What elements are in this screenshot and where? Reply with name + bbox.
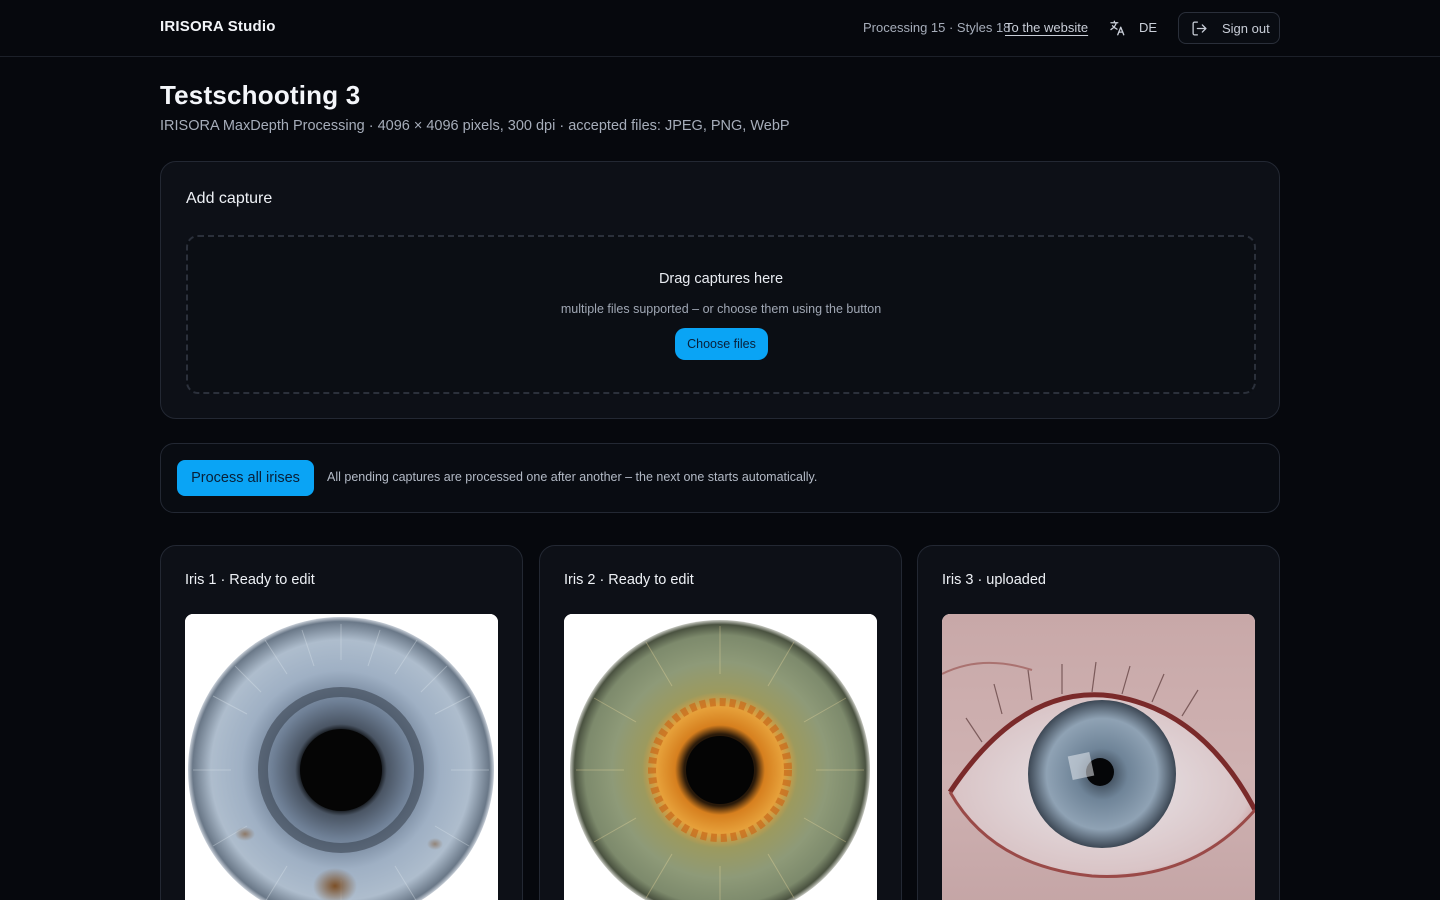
iris-card[interactable]: Iris 1 · Ready to edit xyxy=(160,545,523,900)
top-navigation-bar: IRISORA Studio Processing 15 · Styles 18… xyxy=(0,0,1440,57)
file-dropzone[interactable]: Drag captures here multiple files suppor… xyxy=(186,235,1256,394)
brand-name[interactable]: IRISORA Studio xyxy=(160,18,276,35)
iris-card-title: Iris 3 · uploaded xyxy=(942,572,1046,588)
sign-out-label: Sign out xyxy=(1222,21,1270,36)
language-switcher[interactable]: DE xyxy=(1139,20,1157,35)
iris-image[interactable] xyxy=(942,614,1255,900)
sign-out-icon xyxy=(1192,21,1207,36)
process-all-hint: All pending captures are processed one a… xyxy=(327,470,818,484)
sign-out-button[interactable]: Sign out xyxy=(1178,12,1280,44)
iris-card[interactable]: Iris 3 · uploaded xyxy=(917,545,1280,900)
iris-image[interactable] xyxy=(185,614,498,900)
website-link[interactable]: To the website xyxy=(1005,20,1088,35)
process-all-button[interactable]: Process all irises xyxy=(177,460,314,496)
usage-stats: Processing 15 · Styles 18 xyxy=(863,20,1011,35)
dropzone-hint: multiple files supported – or choose the… xyxy=(560,302,882,316)
process-all-panel: Process all irises All pending captures … xyxy=(160,443,1280,513)
add-capture-card: Add capture Drag captures here multiple … xyxy=(160,161,1280,419)
add-capture-title: Add capture xyxy=(186,190,273,207)
iris-card-title: Iris 2 · Ready to edit xyxy=(564,572,694,588)
page-subtitle: IRISORA MaxDepth Processing · 4096 × 409… xyxy=(160,118,790,134)
iris-card-title: Iris 1 · Ready to edit xyxy=(185,572,315,588)
iris-card[interactable]: Iris 2 · Ready to edit xyxy=(539,545,902,900)
page-title: Testschooting 3 xyxy=(160,80,361,110)
translate-icon[interactable] xyxy=(1108,19,1126,37)
dropzone-title: Drag captures here xyxy=(658,271,784,287)
iris-image[interactable] xyxy=(564,614,877,900)
choose-files-button[interactable]: Choose files xyxy=(675,328,768,360)
